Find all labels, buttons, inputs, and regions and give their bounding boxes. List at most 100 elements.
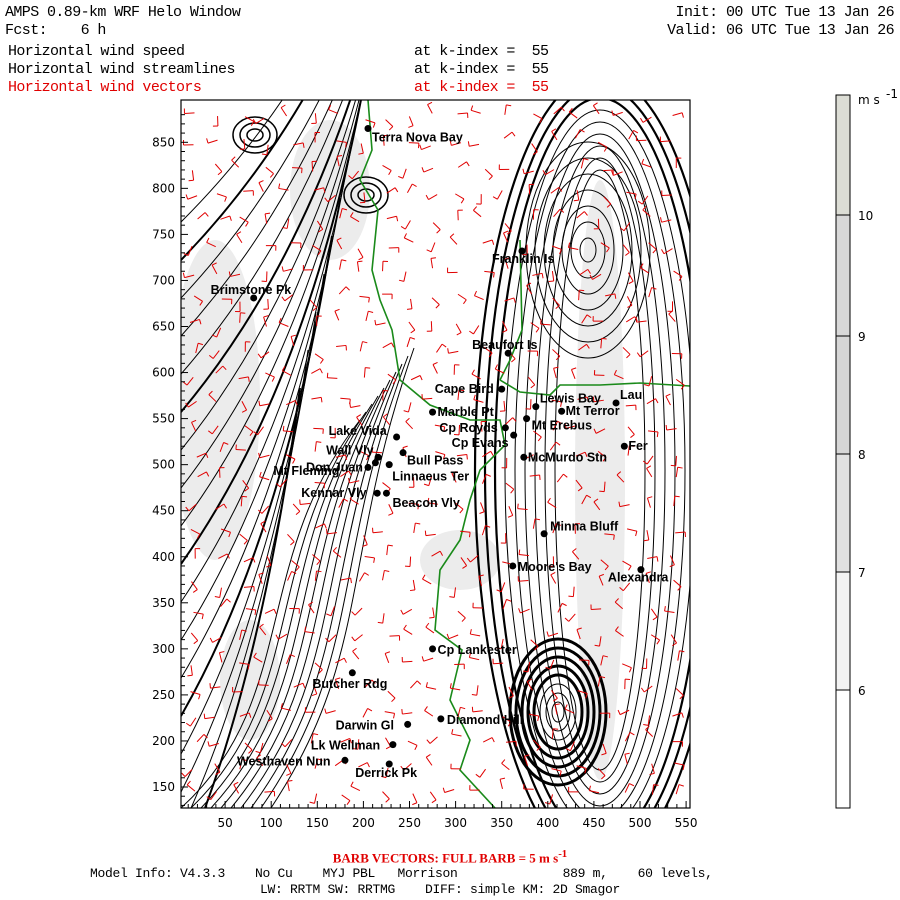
wind-barb-flag <box>449 683 452 689</box>
wind-barb-flag <box>409 336 416 340</box>
x-tick-label: 350 <box>490 816 513 830</box>
wind-barb-flag <box>459 508 464 514</box>
wind-barb <box>428 194 438 200</box>
wind-barb-flag <box>206 138 209 144</box>
wind-barb-flag <box>681 712 684 718</box>
wind-barb-flag <box>398 175 404 179</box>
station-marker <box>364 124 372 132</box>
wind-barb <box>189 717 197 727</box>
wind-barb <box>532 518 536 529</box>
wind-barb-flag <box>563 473 568 478</box>
wind-barb-flag <box>309 801 315 804</box>
station-marker <box>612 399 620 407</box>
wind-barb-flag <box>245 221 249 227</box>
wind-barb <box>675 455 677 466</box>
wind-barb-flag <box>281 266 284 272</box>
wind-barb-flag <box>442 787 446 793</box>
colorbar-segment <box>835 214 851 337</box>
forecast-hour: Fcst: 6 h <box>5 22 106 39</box>
wind-barb <box>479 768 486 778</box>
wind-barb <box>484 168 493 177</box>
wind-barb-flag <box>634 193 637 200</box>
wind-barb-flag <box>479 511 485 514</box>
wind-barb <box>286 400 296 406</box>
wind-barb <box>624 754 628 765</box>
wind-barb-flag <box>469 629 472 635</box>
wind-barb-flag <box>207 741 210 747</box>
station-label: Westhaven Nun <box>237 754 331 768</box>
wind-barb-flag <box>573 199 579 202</box>
wind-barb <box>408 116 414 126</box>
wind-barb <box>311 161 314 172</box>
wind-barb-flag <box>601 337 607 340</box>
wind-barb <box>517 508 528 510</box>
wind-barb-flag <box>617 709 621 715</box>
wind-barb <box>340 577 351 581</box>
wind-barb <box>410 298 413 309</box>
wind-barb <box>405 421 414 430</box>
wind-barb <box>572 586 575 597</box>
wind-barb-flag <box>226 598 231 603</box>
wind-barb-flag <box>290 541 295 546</box>
wind-barb <box>505 482 515 490</box>
wind-barb <box>455 193 465 200</box>
wind-barb <box>625 404 636 407</box>
station-label: Moore's Bay <box>518 560 592 574</box>
station-label: Lk Wellman <box>311 739 380 753</box>
wind-barb <box>423 167 434 173</box>
wind-barb-flag <box>193 640 199 645</box>
wind-barb-flag <box>280 104 286 109</box>
wind-barb-flag <box>471 369 475 375</box>
wind-barb-flag <box>203 713 206 719</box>
wind-barb <box>646 530 650 541</box>
speed-shade-area <box>290 120 370 260</box>
wind-barb-flag <box>501 759 506 764</box>
wind-barb-flag <box>352 647 357 652</box>
colorbar-segment <box>835 453 851 573</box>
wind-barb <box>207 139 218 144</box>
wind-barb-flag <box>373 557 376 563</box>
wind-barb <box>375 322 386 326</box>
wind-barb <box>500 582 506 592</box>
wind-barb-flag <box>665 424 668 431</box>
station-marker <box>429 645 437 653</box>
wind-barb <box>646 468 653 478</box>
wind-barb-flag <box>396 216 399 222</box>
wind-barb <box>622 347 631 355</box>
wind-barb <box>651 784 655 795</box>
wind-barb-flag <box>365 367 371 369</box>
wind-barb-flag <box>398 279 405 282</box>
wind-barb <box>243 139 246 150</box>
wind-barb <box>382 570 385 581</box>
wind-barb-flag <box>319 359 324 364</box>
wind-barb-flag <box>646 465 652 469</box>
wind-barb-flag <box>655 398 659 404</box>
wind-barb <box>412 793 418 803</box>
wind-barb-flag <box>628 667 632 673</box>
wind-barb <box>424 710 434 717</box>
wind-barb <box>359 295 370 298</box>
wind-barb-flag <box>652 248 657 254</box>
wind-barb-flag <box>485 473 491 477</box>
wind-barb-flag <box>624 752 630 755</box>
wind-barb-flag <box>316 441 322 443</box>
wind-barb-flag <box>511 131 516 137</box>
wind-barb <box>382 165 392 171</box>
wind-barb <box>664 610 675 613</box>
wind-barb <box>412 579 416 590</box>
wind-barb-flag <box>204 212 209 217</box>
wind-barb-flag <box>554 703 560 706</box>
wind-barb-flag <box>275 634 279 640</box>
station-marker <box>373 489 381 497</box>
wind-barb <box>503 232 509 243</box>
wind-barb <box>672 112 683 116</box>
wind-barb <box>386 545 389 556</box>
wind-barb <box>648 376 653 387</box>
wind-barb-flag <box>537 436 542 442</box>
x-tick-label: 450 <box>582 816 605 830</box>
wind-barb <box>502 599 507 609</box>
wind-barb-flag <box>243 540 248 545</box>
wind-barb <box>533 113 543 120</box>
wind-barb <box>258 684 269 686</box>
wind-barb-flag <box>311 693 317 697</box>
